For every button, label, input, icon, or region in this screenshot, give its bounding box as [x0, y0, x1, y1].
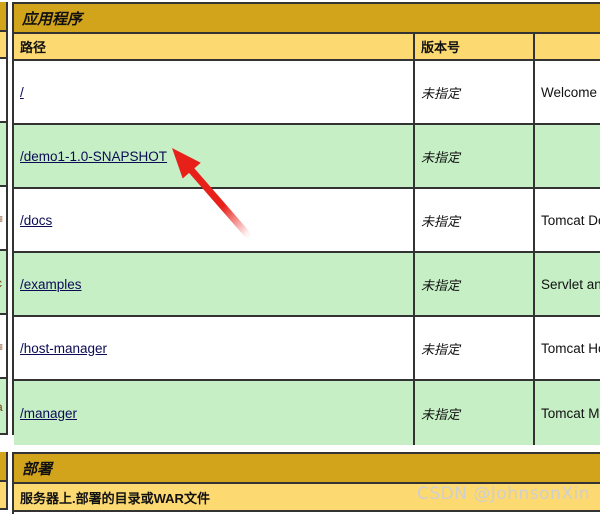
sliver-cell — [0, 123, 8, 187]
table-row: /demo1-1.0-SNAPSHOT 未指定 — [14, 125, 600, 189]
cell-path: /host-manager — [14, 317, 415, 379]
cell-path: /docs — [14, 189, 415, 251]
cell-description: Tomcat M — [535, 381, 600, 445]
sliver-cell — [0, 482, 8, 510]
cell-description: Welcome — [535, 61, 600, 123]
table-row: /examples 未指定 Servlet an — [14, 253, 600, 317]
sliver-cell — [0, 2, 8, 32]
table-row: /docs 未指定 Tomcat Do — [14, 189, 600, 253]
app-version-text: 未指定 — [421, 341, 461, 357]
app-path-link[interactable]: /demo1-1.0-SNAPSHOT — [20, 149, 167, 164]
cell-version: 未指定 — [415, 61, 535, 123]
column-header-version[interactable]: 版本号 — [415, 34, 535, 59]
app-description-text: Servlet an — [541, 276, 600, 292]
sliver-cell: c — [0, 251, 8, 315]
app-path-link[interactable]: / — [20, 85, 24, 100]
app-version-text: 未指定 — [421, 406, 461, 422]
app-version-text: 未指定 — [421, 213, 461, 229]
applications-panel-title: 应用程序 — [14, 4, 600, 34]
app-description-text: Tomcat Do — [541, 212, 600, 228]
cell-path: / — [14, 61, 415, 123]
table-row: / 未指定 Welcome — [14, 61, 600, 125]
cell-description: Tomcat Do — [535, 189, 600, 251]
sliver-cell: a — [0, 379, 8, 435]
table-row: /host-manager 未指定 Tomcat Ho — [14, 317, 600, 381]
sliver-cell — [0, 32, 8, 59]
cell-version: 未指定 — [415, 317, 535, 379]
column-header-description[interactable] — [535, 34, 600, 59]
app-path-link[interactable]: /examples — [20, 277, 82, 292]
app-path-link[interactable]: /manager — [20, 406, 77, 421]
deploy-panel-title: 部署 — [14, 454, 600, 484]
app-version-text: 未指定 — [421, 85, 461, 101]
app-version-text: 未指定 — [421, 149, 461, 165]
cell-description: Tomcat Ho — [535, 317, 600, 379]
sliver-cell: ≡ — [0, 187, 8, 251]
applications-panel: 应用程序 路径 版本号 / 未指定 Welcome /demo1-1.0-SNA… — [12, 2, 600, 445]
deploy-panel-subtitle: 服务器上.部署的目录或WAR文件 — [14, 484, 600, 512]
column-header-path[interactable]: 路径 — [14, 34, 415, 59]
cell-version: 未指定 — [415, 189, 535, 251]
sliver-cell: ≡ — [0, 315, 8, 379]
applications-table-header: 路径 版本号 — [14, 34, 600, 61]
clipped-left-column: f ≡ c ≡ a — [0, 0, 9, 514]
app-version-text: 未指定 — [421, 277, 461, 293]
app-description-text: Tomcat Ho — [541, 340, 600, 356]
cell-description: Servlet an — [535, 253, 600, 315]
cell-version: 未指定 — [415, 253, 535, 315]
cell-path: /demo1-1.0-SNAPSHOT — [14, 125, 415, 187]
cell-path: /examples — [14, 253, 415, 315]
app-description-text: Welcome — [541, 84, 598, 100]
deploy-panel: 部署 服务器上.部署的目录或WAR文件 — [12, 452, 600, 522]
app-path-link[interactable]: /docs — [20, 213, 52, 228]
sliver-cell: f — [0, 59, 8, 123]
table-row: /manager 未指定 Tomcat M — [14, 381, 600, 445]
cell-description — [535, 125, 600, 187]
app-description-text: Tomcat M — [541, 405, 600, 421]
sliver-cell — [0, 452, 8, 482]
cell-version: 未指定 — [415, 125, 535, 187]
cell-path: /manager — [14, 381, 415, 445]
cell-version: 未指定 — [415, 381, 535, 445]
app-path-link[interactable]: /host-manager — [20, 341, 107, 356]
